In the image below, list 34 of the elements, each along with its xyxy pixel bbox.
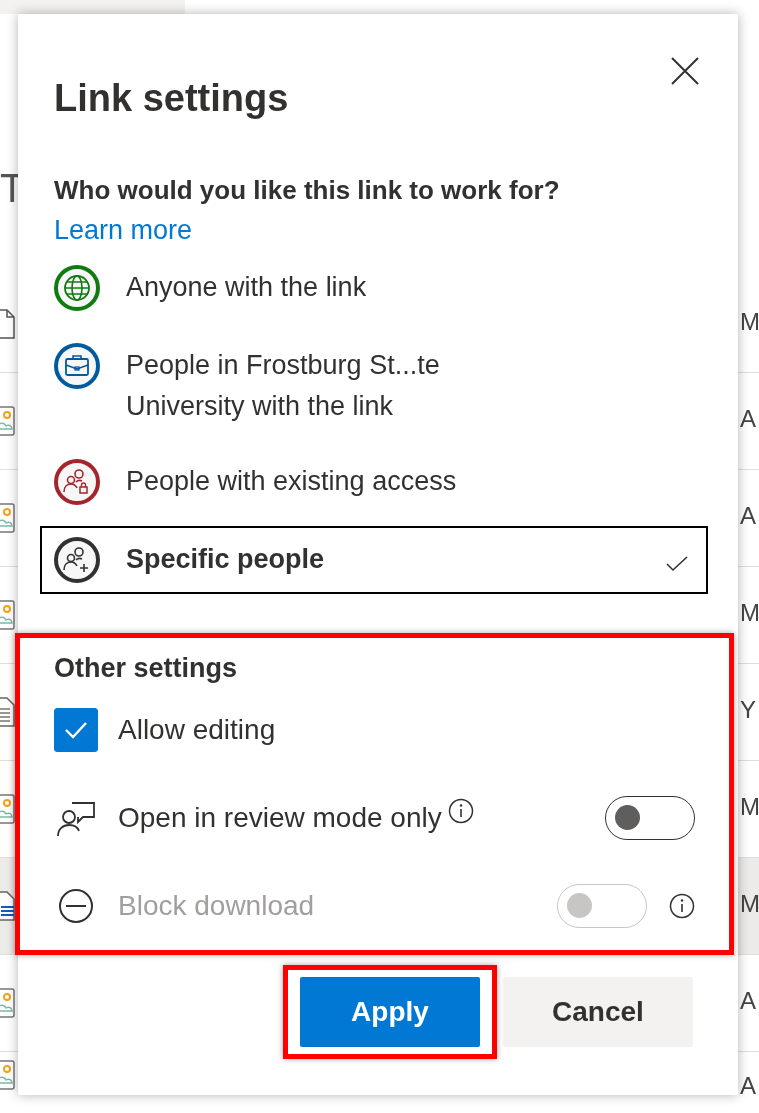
question-heading: Who would you like this link to work for? [54,174,561,207]
column-text: A [740,502,756,530]
section-heading: Other settings [54,652,239,685]
column-text: M [740,890,759,918]
person-comment-icon [56,799,96,837]
option-label: Anyone with the link [126,271,367,304]
audience-option[interactable]: People in Frostburg St...te University with the link [40,332,708,438]
column-text: Y [740,696,756,724]
option-label: People with existing access [126,465,457,498]
info-icon[interactable] [669,893,695,919]
column-text: M [740,793,759,821]
info-icon[interactable] [447,798,474,824]
cancel-button[interactable]: Cancel [503,977,693,1047]
setting-label: Open in review mode only [118,802,442,834]
column-text: M [740,308,759,336]
column-text: A [740,405,756,433]
dialog-title: Link settings [54,76,289,121]
audience-option[interactable]: Specific people [40,526,708,594]
audience-option[interactable]: Anyone with the link [40,254,708,322]
option-label: Specific people [126,543,325,576]
setting-label: Allow editing [118,714,276,746]
block-icon [58,888,94,924]
audience-option[interactable]: People with existing access [40,448,708,516]
apply-button[interactable]: Apply [300,977,480,1047]
file-row[interactable]: A [0,1052,759,1113]
option-label: People in Frostburg St...te [126,349,440,382]
setting-label: Block download [118,890,315,922]
checkmark-icon [666,556,688,572]
option-label: University with the link [126,390,395,423]
column-text: A [740,987,756,1015]
learn-more-link[interactable]: Learn more [54,210,193,250]
column-text: A [740,1072,756,1100]
column-text: M [740,599,759,627]
checkbox[interactable] [54,708,98,752]
